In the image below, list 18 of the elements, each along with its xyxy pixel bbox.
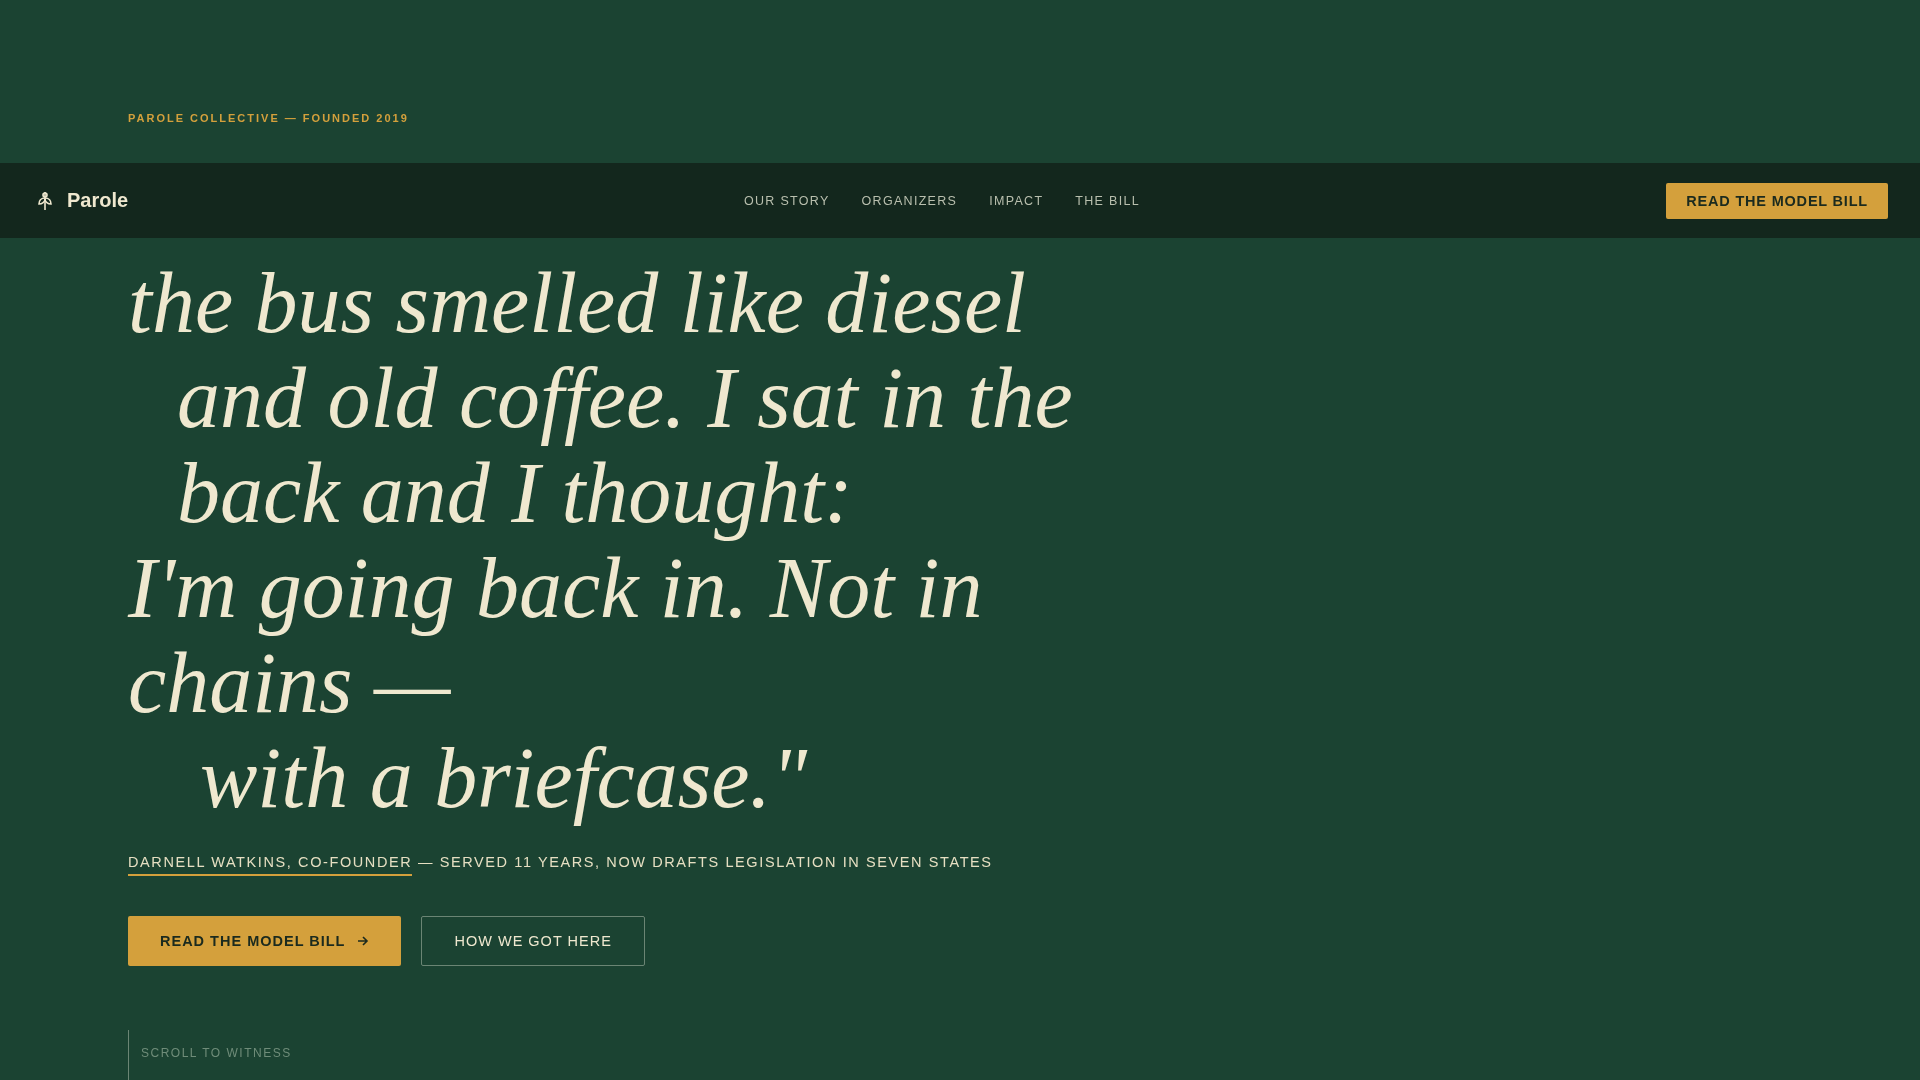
brand-name[interactable]: Parole [67,189,129,212]
quote-line: and old coffee. I sat in the [176,351,1074,446]
quote-line: with a briefcase." [199,731,809,826]
author-detail: — SERVED 11 YEARS, NOW DRAFTS LEGISLATION IN SEVEN STATES [417,854,993,870]
eyebrow-text: PAROLE COLLECTIVE — FOUNDED 2019 [128,112,410,126]
author-name: DARNELL WATKINS, CO-FOUNDER [128,854,413,876]
how-we-got-here-button[interactable]: HOW WE GOT HERE [421,916,645,966]
leaf-icon [36,189,54,212]
read-bill-button[interactable]: READ THE MODEL BILL [1666,182,1888,219]
nav-link[interactable]: THE BILL [1075,193,1140,208]
quote-line: the bus smelled like diesel [128,256,1027,351]
read-bill-button[interactable]: READ THE MODEL BILL [128,916,402,966]
nav-link[interactable]: ORGANIZERS [861,193,958,208]
nav-link[interactable]: OUR STORY [744,193,830,208]
nav-link[interactable]: IMPACT [989,193,1044,208]
scroll-hint: SCROLL TO WITNESS [128,1030,292,1080]
quote-line: back and I thought: [176,446,854,541]
arrow-right-icon [357,935,370,947]
